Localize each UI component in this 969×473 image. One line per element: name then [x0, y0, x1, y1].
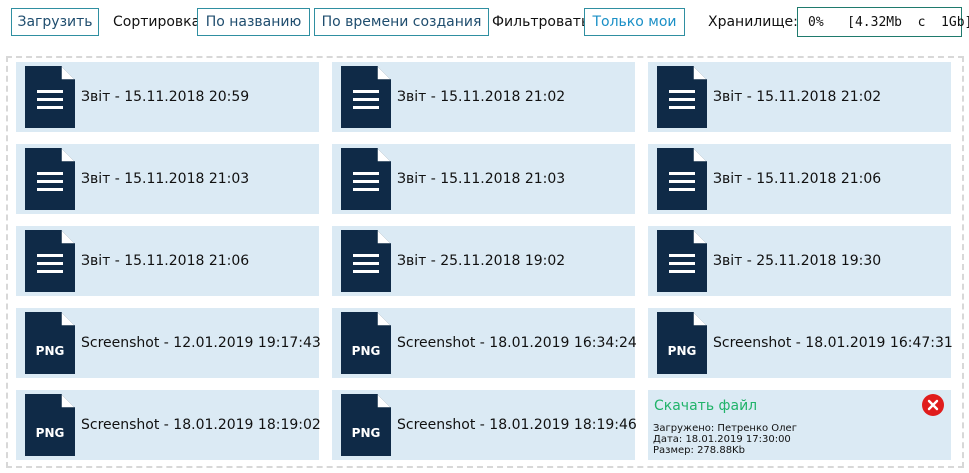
download-file-link[interactable]: Скачать файл — [654, 398, 757, 414]
file-name: Звіт - 15.11.2018 21:03 — [81, 171, 250, 187]
png-file-icon: PNG — [25, 394, 75, 456]
file-name: Screenshot - 18.01.2019 18:19:02 — [81, 417, 321, 433]
file-name: Звіт - 25.11.2018 19:30 — [713, 253, 882, 269]
document-icon — [657, 148, 707, 210]
file-name: Screenshot - 18.01.2019 16:34:24 — [397, 335, 637, 351]
file-tile[interactable]: Звіт - 15.11.2018 21:02 — [332, 62, 635, 132]
file-name: Звіт - 15.11.2018 21:02 — [397, 89, 566, 105]
document-icon — [341, 230, 391, 292]
file-name: Звіт - 15.11.2018 21:06 — [713, 171, 882, 187]
file-tile[interactable]: Звіт - 15.11.2018 20:59 — [16, 62, 319, 132]
file-name: Звіт - 15.11.2018 21:02 — [713, 89, 882, 105]
document-icon — [657, 66, 707, 128]
file-tile[interactable]: PNG Screenshot - 18.01.2019 16:34:24 — [332, 308, 637, 378]
file-tile[interactable]: PNG Screenshot - 18.01.2019 16:47:31 — [648, 308, 953, 378]
uploaded-by: Загружено: Петренко Олег — [653, 423, 797, 434]
file-tile[interactable]: Звіт - 15.11.2018 21:06 — [16, 226, 319, 296]
toolbar: Загрузить Сортировка: По названию По вре… — [0, 0, 969, 46]
document-icon — [341, 148, 391, 210]
file-tile[interactable]: Звіт - 25.11.2018 19:02 — [332, 226, 635, 296]
upload-button[interactable]: Загрузить — [11, 8, 99, 36]
png-badge: PNG — [36, 426, 65, 440]
close-icon[interactable] — [922, 394, 944, 416]
png-badge: PNG — [352, 344, 381, 358]
file-name: Звіт - 15.11.2018 21:03 — [397, 171, 566, 187]
document-icon — [25, 66, 75, 128]
document-icon — [25, 230, 75, 292]
file-meta: Загружено: Петренко Олег Дата: 18.01.201… — [653, 423, 797, 456]
file-tile[interactable]: Звіт - 15.11.2018 21:06 — [648, 144, 951, 214]
filter-label: Фильтровать: — [492, 14, 594, 30]
file-name: Screenshot - 18.01.2019 18:19:46 — [397, 417, 637, 433]
file-size: Размер: 278.88Kb — [653, 445, 745, 456]
storage-usage: 0% [4.32Mb с 1Gb] — [797, 7, 969, 37]
file-name: Звіт - 15.11.2018 21:06 — [81, 253, 250, 269]
sort-by-created-button[interactable]: По времени создания — [314, 8, 489, 36]
png-badge: PNG — [668, 344, 697, 358]
document-icon — [25, 148, 75, 210]
file-tile[interactable]: Звіт - 15.11.2018 21:03 — [332, 144, 635, 214]
file-name: Звіт - 15.11.2018 20:59 — [81, 89, 250, 105]
file-tile[interactable]: Звіт - 15.11.2018 21:02 — [648, 62, 951, 132]
png-file-icon: PNG — [657, 312, 707, 374]
png-file-icon: PNG — [341, 394, 391, 456]
png-file-icon: PNG — [25, 312, 75, 374]
file-name: Звіт - 25.11.2018 19:02 — [397, 253, 566, 269]
file-grid: Звіт - 15.11.2018 20:59 Звіт - 15.11.201… — [6, 56, 964, 468]
document-icon — [341, 66, 391, 128]
filter-mine-button[interactable]: Только мои — [584, 8, 685, 36]
file-name: Screenshot - 18.01.2019 16:47:31 — [713, 335, 953, 351]
png-badge: PNG — [352, 426, 381, 440]
sort-label: Сортировка: — [113, 14, 205, 30]
file-tile[interactable]: Звіт - 25.11.2018 19:30 — [648, 226, 951, 296]
sort-by-name-button[interactable]: По названию — [197, 8, 310, 36]
storage-label: Хранилище: — [708, 14, 798, 30]
selected-file-info: Скачать файл Загружено: Петренко Олег Да… — [648, 390, 951, 460]
png-file-icon: PNG — [341, 312, 391, 374]
file-tile[interactable]: PNG Screenshot - 18.01.2019 18:19:46 — [332, 390, 637, 460]
document-icon — [657, 230, 707, 292]
file-tile[interactable]: Звіт - 15.11.2018 21:03 — [16, 144, 319, 214]
file-tile[interactable]: PNG Screenshot - 12.01.2019 19:17:43 — [16, 308, 321, 378]
png-badge: PNG — [36, 344, 65, 358]
upload-date: Дата: 18.01.2019 17:30:00 — [653, 434, 791, 445]
file-tile[interactable]: PNG Screenshot - 18.01.2019 18:19:02 — [16, 390, 321, 460]
file-name: Screenshot - 12.01.2019 19:17:43 — [81, 335, 321, 351]
